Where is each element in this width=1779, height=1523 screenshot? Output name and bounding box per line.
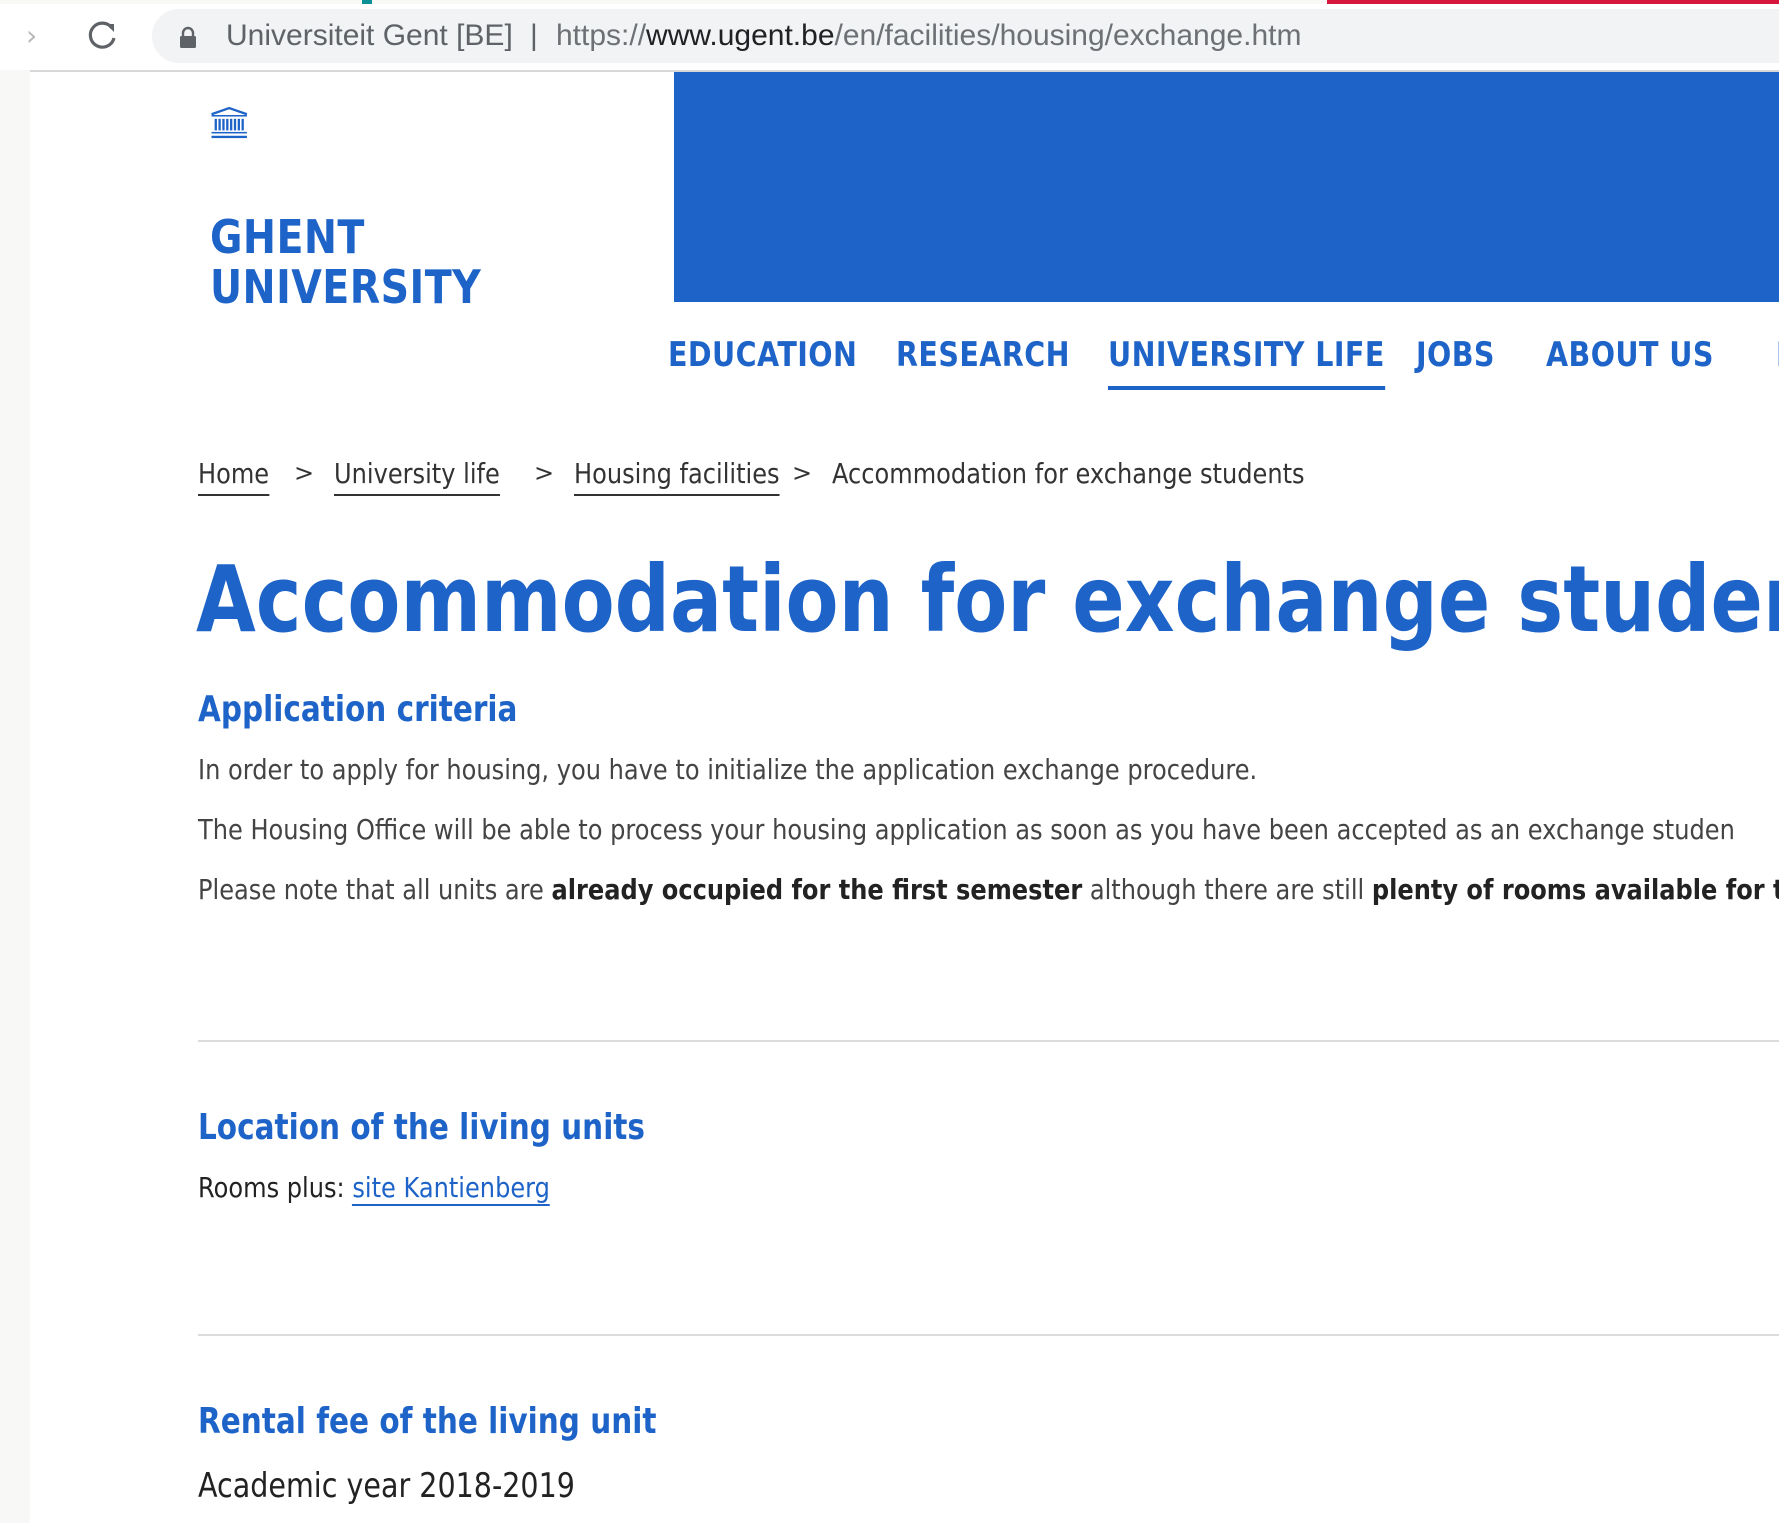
- logo-line-1: GHENT: [210, 210, 365, 264]
- logo-line-2: UNIVERSITY: [210, 260, 482, 314]
- section-divider: [198, 1334, 1779, 1336]
- breadcrumb-university-life[interactable]: University life: [334, 454, 500, 496]
- breadcrumb-home[interactable]: Home: [198, 454, 270, 496]
- reload-icon[interactable]: [82, 16, 122, 56]
- logo-wordmark[interactable]: GHENT UNIVERSITY: [210, 210, 482, 314]
- web-page: GHENT UNIVERSITY EDUCATION RESEARCH UNIV…: [30, 72, 1779, 1523]
- breadcrumb-separator: >: [792, 459, 813, 487]
- lock-icon: [180, 26, 196, 48]
- nav-education[interactable]: EDUCATION: [668, 330, 857, 390]
- rooms-plus-label: Rooms plus: [198, 1171, 337, 1204]
- url-scheme: https://: [556, 19, 647, 52]
- criteria-p3-bold-b: plenty of rooms available for t: [1371, 873, 1779, 906]
- criteria-paragraph-1: In order to apply for housing, you have …: [198, 753, 1258, 786]
- url-text[interactable]: https://www.ugent.be/en/facilities/housi…: [556, 20, 1301, 52]
- site-kantienberg-link[interactable]: site Kantienberg: [352, 1171, 550, 1206]
- header-banner: [674, 72, 1779, 302]
- criteria-p3-part-c: although there are still: [1082, 873, 1372, 906]
- heading-application-criteria: Application criteria: [198, 689, 518, 730]
- url-separator: |: [530, 19, 538, 52]
- heading-rental-fee: Rental fee of the living unit: [198, 1401, 657, 1442]
- forward-icon[interactable]: ›: [26, 18, 46, 54]
- browser-window: › Universiteit Gent [BE] | https://www.u…: [0, 0, 1779, 1523]
- nav-about-us[interactable]: ABOUT US: [1546, 330, 1714, 390]
- academic-year-heading: Academic year 2018-2019: [198, 1466, 575, 1506]
- breadcrumb-separator: >: [294, 459, 315, 487]
- ghent-university-logo-icon[interactable]: [210, 100, 310, 190]
- section-divider: [198, 1040, 1779, 1042]
- breadcrumb-current: Accommodation for exchange students: [832, 457, 1305, 490]
- location-paragraph: Rooms plus: site Kantienberg: [198, 1168, 550, 1208]
- url-path: /en/facilities/housing/exchange.htm: [834, 19, 1302, 52]
- criteria-p3-part-a: Please note that all units are: [198, 873, 552, 906]
- heading-location: Location of the living units: [198, 1107, 646, 1148]
- criteria-p3-bold-a: already occupied for the first semester: [551, 873, 1083, 906]
- nav-university-life[interactable]: UNIVERSITY LIFE: [1108, 330, 1385, 390]
- url-host: www.ugent.be: [646, 19, 835, 52]
- browser-toolbar: › Universiteit Gent [BE] | https://www.u…: [0, 4, 1779, 70]
- nav-jobs[interactable]: JOBS: [1416, 330, 1495, 390]
- rooms-plus-colon: :: [336, 1171, 353, 1204]
- criteria-paragraph-3: Please note that all units are already o…: [198, 870, 1779, 910]
- site-identity[interactable]: Universiteit Gent [BE]: [226, 20, 513, 52]
- address-bar[interactable]: Universiteit Gent [BE] | https://www.uge…: [152, 9, 1779, 63]
- criteria-paragraph-2: The Housing Office will be able to proce…: [198, 813, 1735, 846]
- page-title: Accommodation for exchange students: [196, 546, 1779, 653]
- breadcrumb-separator: >: [534, 459, 555, 487]
- breadcrumb-housing[interactable]: Housing facilities: [574, 454, 780, 496]
- nav-research[interactable]: RESEARCH: [896, 330, 1070, 390]
